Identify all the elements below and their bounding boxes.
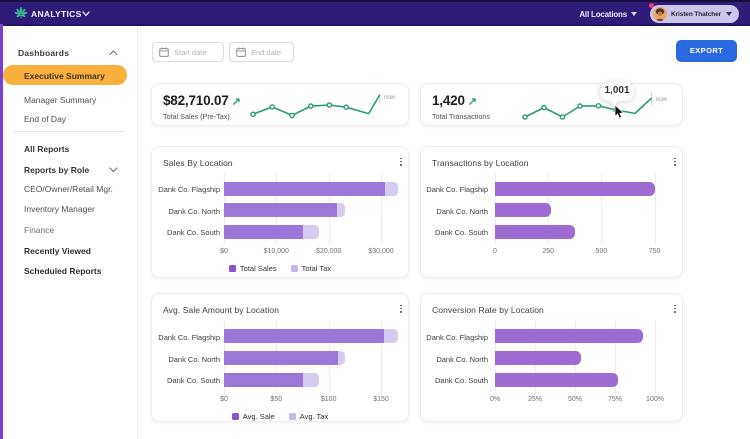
svg-text:now: now — [384, 95, 396, 101]
svg-text:now: now — [656, 97, 668, 103]
